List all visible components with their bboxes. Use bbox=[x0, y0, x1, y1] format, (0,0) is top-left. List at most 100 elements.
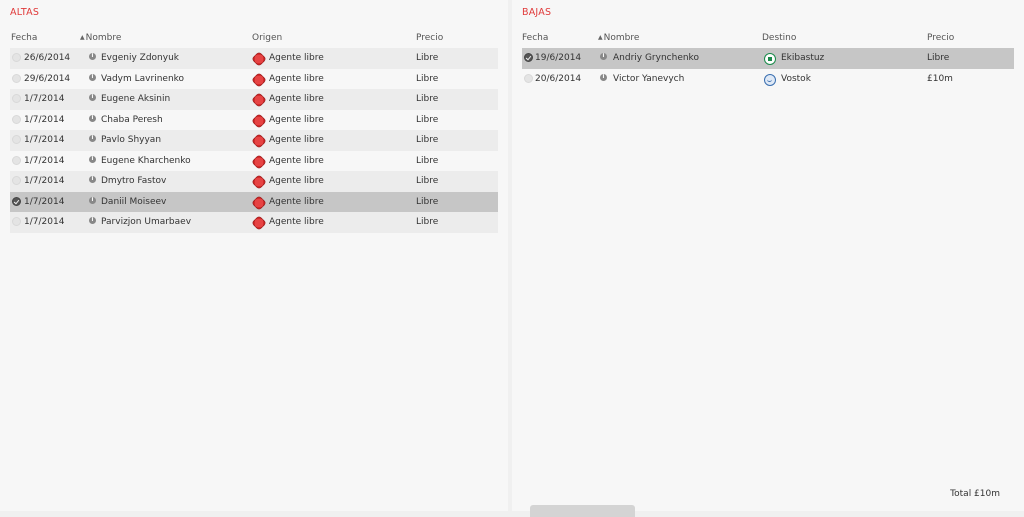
row-origen: Agente libre bbox=[269, 73, 324, 84]
row-fecha: 29/6/2014 bbox=[24, 73, 71, 84]
table-row[interactable]: 26/6/2014 i Evgeniy Zdonyuk Agente libre Lib… bbox=[10, 48, 498, 69]
row-precio: Libre bbox=[416, 217, 439, 227]
free-agent-badge-icon bbox=[253, 94, 265, 106]
row-fecha: 1/7/2014 bbox=[24, 135, 65, 145]
row-nombre[interactable]: Vadym Lavrinenko bbox=[101, 74, 184, 84]
row-nombre[interactable]: Victor Yanevych bbox=[613, 74, 684, 84]
bajas-header-fecha[interactable]: Fecha bbox=[522, 33, 548, 43]
row-precio: Libre bbox=[416, 73, 439, 84]
free-agent-badge-icon bbox=[253, 217, 265, 229]
row-precio: £10m bbox=[927, 73, 953, 84]
info-icon[interactable]: i bbox=[600, 73, 607, 81]
free-agent-badge-icon bbox=[253, 176, 265, 188]
green-club-badge-icon bbox=[764, 53, 776, 65]
row-precio: Libre bbox=[416, 53, 439, 63]
table-row[interactable]: 19/6/2014 i Andriy Grynchenko Ekibastuz Libr… bbox=[522, 48, 1014, 69]
row-nombre[interactable]: Eugene Aksinin bbox=[101, 94, 170, 104]
info-icon[interactable]: i bbox=[89, 196, 96, 204]
row-nombre[interactable]: Evgeniy Zdonyuk bbox=[101, 53, 179, 63]
altas-header-origen[interactable]: Origen bbox=[252, 33, 282, 43]
altas-header-nombre[interactable]: ▲Nombre bbox=[80, 33, 121, 43]
info-icon[interactable]: i bbox=[89, 176, 96, 183]
sort-asc-icon: ▲ bbox=[598, 34, 603, 41]
row-destino[interactable]: Vostok bbox=[781, 74, 811, 84]
altas-header-fecha[interactable]: Fecha bbox=[11, 33, 37, 43]
row-select-checkbox[interactable] bbox=[12, 217, 21, 226]
row-fecha: 1/7/2014 bbox=[24, 176, 65, 186]
info-icon[interactable]: i bbox=[89, 155, 96, 163]
row-select-checkbox[interactable] bbox=[12, 73, 21, 83]
table-row[interactable]: 1/7/2014 i Parvizjon Umarbaev Agente libre L… bbox=[10, 212, 498, 233]
info-icon[interactable]: i bbox=[600, 53, 607, 60]
table-row[interactable]: 29/6/2014 i Vadym Lavrinenko Agente libre Li… bbox=[10, 69, 498, 90]
row-precio: Libre bbox=[416, 135, 439, 145]
free-agent-badge-icon bbox=[253, 74, 265, 86]
row-nombre[interactable]: Dmytro Fastov bbox=[101, 176, 166, 186]
row-select-checkbox[interactable] bbox=[12, 135, 21, 144]
row-fecha: 1/7/2014 bbox=[24, 217, 65, 227]
bajas-panel: BAJAS Fecha ▲Nombre Destino Precio 19/6/… bbox=[512, 0, 1024, 511]
bajas-header-precio[interactable]: Precio bbox=[927, 33, 954, 43]
row-nombre[interactable]: Daniil Moiseev bbox=[101, 197, 166, 207]
row-nombre[interactable]: Parvizjon Umarbaev bbox=[101, 217, 191, 227]
row-select-checkbox[interactable] bbox=[12, 94, 21, 103]
bajas-list: 19/6/2014 i Andriy Grynchenko Ekibastuz Libr… bbox=[522, 48, 1014, 89]
row-nombre[interactable]: Eugene Kharchenko bbox=[101, 156, 191, 166]
info-icon[interactable]: i bbox=[89, 217, 96, 224]
row-origen: Agente libre bbox=[269, 155, 324, 166]
bajas-header-nombre[interactable]: ▲Nombre bbox=[598, 33, 639, 43]
info-icon[interactable]: i bbox=[89, 53, 96, 60]
row-origen: Agente libre bbox=[269, 176, 324, 186]
bottom-action-button[interactable] bbox=[530, 505, 635, 517]
row-origen: Agente libre bbox=[269, 114, 324, 125]
row-select-checkbox[interactable] bbox=[12, 196, 21, 206]
row-nombre[interactable]: Pavlo Shyyan bbox=[101, 135, 161, 145]
bajas-title: BAJAS bbox=[522, 7, 552, 18]
row-precio: Libre bbox=[416, 155, 439, 166]
table-row[interactable]: 1/7/2014 i Daniil Moiseev Agente libre Libre bbox=[10, 191, 498, 212]
free-agent-badge-icon bbox=[253, 53, 265, 65]
altas-list: 26/6/2014 i Evgeniy Zdonyuk Agente libre Lib… bbox=[10, 48, 498, 233]
row-nombre[interactable]: Andriy Grynchenko bbox=[613, 53, 699, 63]
info-icon[interactable]: i bbox=[89, 135, 96, 142]
row-destino[interactable]: Ekibastuz bbox=[781, 53, 824, 63]
row-fecha: 26/6/2014 bbox=[24, 53, 71, 63]
row-select-checkbox[interactable] bbox=[524, 73, 533, 83]
altas-header-precio[interactable]: Precio bbox=[416, 33, 443, 43]
row-select-checkbox[interactable] bbox=[12, 176, 21, 185]
table-row[interactable]: 1/7/2014 i Pavlo Shyyan Agente libre Libre bbox=[10, 130, 498, 151]
altas-panel: ALTAS Fecha ▲Nombre Origen Precio 26/6/2… bbox=[0, 0, 508, 511]
table-row[interactable]: 1/7/2014 i Eugene Kharchenko Agente libre Li… bbox=[10, 151, 498, 172]
row-nombre[interactable]: Chaba Peresh bbox=[101, 115, 163, 125]
row-select-checkbox[interactable] bbox=[12, 114, 21, 124]
info-icon[interactable]: i bbox=[89, 114, 96, 122]
row-fecha: 1/7/2014 bbox=[24, 196, 65, 207]
table-row[interactable]: 1/7/2014 i Dmytro Fastov Agente libre Libre bbox=[10, 171, 498, 192]
row-fecha: 1/7/2014 bbox=[24, 114, 65, 125]
row-origen: Agente libre bbox=[269, 94, 324, 104]
row-origen: Agente libre bbox=[269, 135, 324, 145]
table-row[interactable]: 1/7/2014 i Eugene Aksinin Agente libre Libre bbox=[10, 89, 498, 110]
row-fecha: 20/6/2014 bbox=[535, 73, 582, 84]
free-agent-badge-icon bbox=[253, 115, 265, 127]
table-row[interactable]: 1/7/2014 i Chaba Peresh Agente libre Libre bbox=[10, 110, 498, 131]
info-icon[interactable]: i bbox=[89, 94, 96, 101]
row-select-checkbox[interactable] bbox=[524, 53, 533, 62]
free-agent-badge-icon bbox=[253, 197, 265, 209]
altas-header-row: Fecha ▲Nombre Origen Precio bbox=[10, 28, 498, 49]
row-fecha: 1/7/2014 bbox=[24, 94, 65, 104]
table-row[interactable]: 20/6/2014 i Victor Yanevych Vostok £10m bbox=[522, 69, 1014, 90]
row-select-checkbox[interactable] bbox=[12, 155, 21, 165]
bajas-header-destino[interactable]: Destino bbox=[762, 33, 796, 43]
row-select-checkbox[interactable] bbox=[12, 53, 21, 62]
row-precio: Libre bbox=[416, 94, 439, 104]
row-fecha: 19/6/2014 bbox=[535, 53, 582, 63]
row-precio: Libre bbox=[927, 53, 950, 63]
row-precio: Libre bbox=[416, 176, 439, 186]
sort-asc-icon: ▲ bbox=[80, 34, 85, 41]
row-origen: Agente libre bbox=[269, 217, 324, 227]
row-origen: Agente libre bbox=[269, 196, 324, 207]
row-precio: Libre bbox=[416, 196, 439, 207]
info-icon[interactable]: i bbox=[89, 73, 96, 81]
bajas-header-row: Fecha ▲Nombre Destino Precio bbox=[522, 28, 1014, 49]
